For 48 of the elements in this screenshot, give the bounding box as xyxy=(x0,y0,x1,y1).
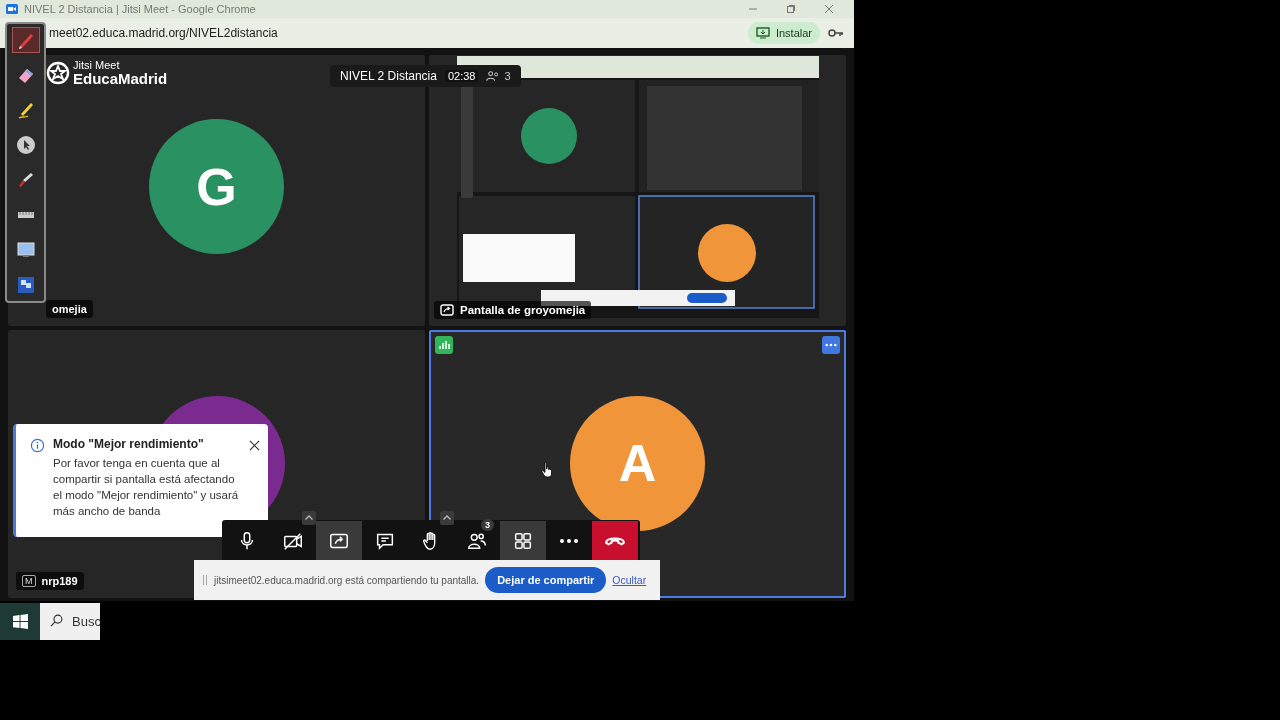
more-icon[interactable] xyxy=(822,336,840,354)
caret-icon[interactable] xyxy=(440,511,454,525)
info-icon xyxy=(30,438,45,453)
camera-off-icon xyxy=(282,530,304,552)
name-text: Pantalla de groyomejia xyxy=(460,304,586,316)
install-button[interactable]: Instalar xyxy=(747,22,820,44)
close-icon[interactable] xyxy=(249,440,260,451)
pointer-icon xyxy=(15,135,36,155)
hangup-button[interactable] xyxy=(592,521,638,561)
name-text: omejia xyxy=(52,303,87,315)
initial-badge: M xyxy=(22,575,36,587)
signal-icon[interactable] xyxy=(435,336,453,354)
grid-icon xyxy=(512,530,534,552)
key-icon[interactable] xyxy=(828,28,844,38)
avatar: G xyxy=(149,119,284,254)
notification-text: Por favor tenga en cuenta que al compartir si pantalla está afectando el modo "Mejor rendimiento" y usará más ancho de banda xyxy=(53,456,240,520)
start-button[interactable] xyxy=(0,603,40,640)
app-icon xyxy=(6,4,18,14)
participants-icon[interactable] xyxy=(486,70,501,82)
screen-share-icon xyxy=(440,304,454,316)
meeting-timer: 02:38 xyxy=(444,70,479,82)
search-icon xyxy=(50,614,63,627)
address-field[interactable]: meet02.educa.madrid.org/NIVEL2distancia xyxy=(49,26,740,40)
tiles-button[interactable] xyxy=(500,521,546,561)
phone-icon xyxy=(605,536,625,546)
restore-icon[interactable] xyxy=(786,4,796,14)
caret-icon[interactable] xyxy=(302,511,316,525)
search-field[interactable]: Busc xyxy=(40,603,100,640)
windows-icon xyxy=(15,275,36,295)
drag-handle-icon[interactable] xyxy=(202,574,208,586)
logo-subtitle: Jitsi Meet xyxy=(73,60,121,71)
share-button[interactable] xyxy=(316,521,362,561)
windows-logo-icon xyxy=(12,614,28,629)
name-text: nrp189 xyxy=(41,575,78,587)
count-badge: 3 xyxy=(481,519,494,531)
monitor-icon xyxy=(15,240,36,260)
pen-tool-button[interactable] xyxy=(12,28,39,52)
more-icon xyxy=(559,538,579,544)
notification-title: Modo "Mejor rendimiento" xyxy=(53,437,205,451)
logo-icon xyxy=(46,61,70,85)
stop-sharing-button[interactable]: Dejar de compartir xyxy=(485,567,607,593)
window-title: NIVEL 2 Distancia | Jitsi Meet - Google Chrome xyxy=(24,3,257,15)
avatar: A xyxy=(570,395,705,531)
hand-cursor-icon xyxy=(541,462,553,478)
participant-count: 3 xyxy=(504,70,511,82)
logo-title: EducaMadrid xyxy=(73,71,168,86)
install-icon xyxy=(755,27,770,39)
hide-link[interactable]: Ocultar xyxy=(612,574,647,586)
